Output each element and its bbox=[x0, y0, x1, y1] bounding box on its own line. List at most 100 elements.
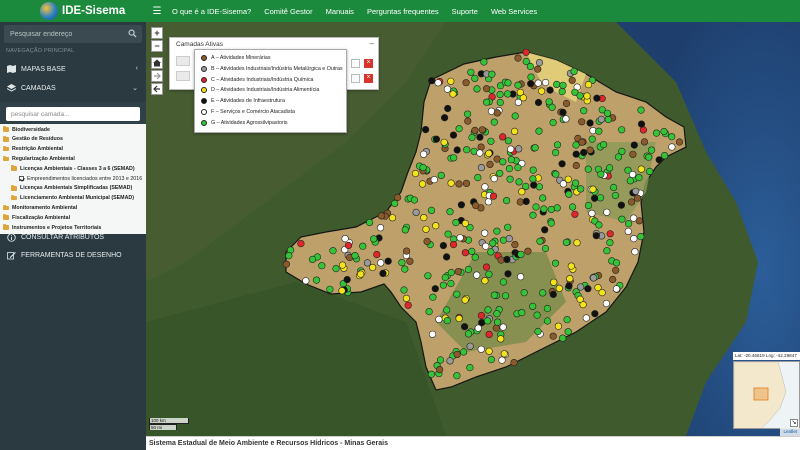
map-point[interactable] bbox=[497, 335, 505, 343]
map-point[interactable] bbox=[543, 317, 552, 325]
map-point[interactable] bbox=[496, 98, 504, 107]
map-point[interactable] bbox=[461, 219, 470, 227]
map-point[interactable] bbox=[450, 154, 458, 162]
map-point[interactable] bbox=[477, 164, 486, 172]
map-point[interactable] bbox=[447, 179, 455, 187]
map-point[interactable] bbox=[467, 68, 475, 76]
map-point[interactable] bbox=[326, 285, 334, 293]
search-icon[interactable] bbox=[128, 29, 137, 38]
map-point[interactable] bbox=[357, 270, 365, 278]
map-point[interactable] bbox=[660, 152, 669, 160]
map-point[interactable] bbox=[655, 156, 663, 164]
map-point[interactable] bbox=[618, 215, 626, 223]
map-point[interactable] bbox=[529, 211, 537, 219]
map-point[interactable] bbox=[420, 214, 428, 222]
map-point[interactable] bbox=[434, 79, 442, 87]
map-point[interactable] bbox=[338, 287, 346, 295]
map-point[interactable] bbox=[576, 295, 584, 303]
map-point[interactable] bbox=[562, 99, 571, 108]
map-point[interactable] bbox=[514, 54, 522, 62]
map-point[interactable] bbox=[499, 278, 508, 286]
map-point[interactable] bbox=[485, 149, 493, 157]
map-point[interactable] bbox=[377, 212, 386, 220]
map-point[interactable] bbox=[453, 290, 461, 298]
map-point[interactable] bbox=[588, 135, 596, 143]
map-point[interactable] bbox=[572, 141, 580, 149]
map-point[interactable] bbox=[338, 261, 347, 269]
minimap[interactable]: ↘ bbox=[733, 361, 800, 429]
map-point[interactable] bbox=[594, 284, 602, 292]
map-point[interactable] bbox=[559, 334, 567, 342]
map-point[interactable] bbox=[466, 364, 474, 372]
map-point[interactable] bbox=[534, 65, 542, 73]
map-point[interactable] bbox=[406, 257, 414, 265]
map-point[interactable] bbox=[549, 332, 557, 340]
map-point[interactable] bbox=[431, 285, 439, 293]
map-point[interactable] bbox=[541, 226, 549, 234]
map-point[interactable] bbox=[493, 109, 501, 117]
map-point[interactable] bbox=[568, 76, 576, 84]
map-point[interactable] bbox=[486, 160, 494, 168]
map-point[interactable] bbox=[603, 247, 611, 255]
zoom-in-button[interactable]: + bbox=[151, 27, 163, 39]
map-point[interactable] bbox=[631, 248, 639, 256]
map-point[interactable] bbox=[476, 149, 484, 157]
map-point[interactable] bbox=[452, 219, 460, 227]
sidebar-item-layers[interactable]: CAMADAS ⌄ bbox=[0, 79, 146, 97]
map-point[interactable] bbox=[586, 146, 594, 154]
map-point[interactable] bbox=[550, 278, 558, 286]
map-point[interactable] bbox=[419, 163, 427, 172]
map-point[interactable] bbox=[302, 277, 310, 285]
map-point[interactable] bbox=[480, 58, 488, 66]
map-point[interactable] bbox=[432, 222, 440, 230]
map-point[interactable] bbox=[444, 104, 452, 113]
map-point[interactable] bbox=[447, 268, 455, 277]
map-point[interactable] bbox=[536, 237, 544, 245]
map-point[interactable] bbox=[453, 372, 461, 380]
map-point[interactable] bbox=[487, 137, 495, 145]
map-point[interactable] bbox=[384, 257, 392, 265]
map-point[interactable] bbox=[591, 310, 599, 318]
map-point[interactable] bbox=[545, 98, 553, 106]
map-point[interactable] bbox=[564, 328, 572, 336]
map-point[interactable] bbox=[332, 265, 340, 273]
map-point[interactable] bbox=[436, 366, 444, 374]
map-point[interactable] bbox=[586, 119, 594, 127]
map-point[interactable] bbox=[522, 197, 530, 205]
map-point[interactable] bbox=[481, 277, 489, 285]
map-point[interactable] bbox=[490, 175, 498, 183]
map-point[interactable] bbox=[646, 167, 654, 175]
map-point[interactable] bbox=[571, 210, 579, 218]
map-point[interactable] bbox=[285, 252, 293, 260]
map-point[interactable] bbox=[511, 112, 519, 120]
eye-icon[interactable] bbox=[351, 74, 360, 83]
map-point[interactable] bbox=[493, 227, 501, 235]
map-point[interactable] bbox=[484, 306, 492, 314]
map-point[interactable] bbox=[428, 77, 436, 85]
map-point[interactable] bbox=[507, 145, 515, 153]
map-point[interactable] bbox=[424, 272, 432, 280]
map-point[interactable] bbox=[566, 275, 574, 283]
map-point[interactable] bbox=[444, 230, 452, 238]
map-point[interactable] bbox=[572, 179, 580, 187]
map-point[interactable] bbox=[449, 131, 458, 139]
map-point[interactable] bbox=[370, 235, 378, 243]
map-point[interactable] bbox=[487, 356, 496, 364]
map-point[interactable] bbox=[493, 310, 501, 318]
home-button[interactable] bbox=[151, 57, 163, 69]
map-point[interactable] bbox=[441, 273, 449, 282]
map-point[interactable] bbox=[624, 227, 632, 235]
layer-group[interactable]: Biodiversidade bbox=[3, 125, 50, 134]
map-point[interactable] bbox=[543, 304, 552, 313]
map-point[interactable] bbox=[312, 276, 321, 284]
map-point[interactable] bbox=[632, 187, 640, 195]
map-point[interactable] bbox=[504, 137, 513, 145]
map-point[interactable] bbox=[584, 201, 593, 210]
map-point[interactable] bbox=[580, 148, 588, 157]
map-point[interactable] bbox=[553, 141, 562, 149]
map-point[interactable] bbox=[499, 133, 507, 141]
map-point[interactable] bbox=[629, 170, 637, 179]
map-point[interactable] bbox=[533, 311, 541, 319]
map-point[interactable] bbox=[446, 208, 454, 216]
map-point[interactable] bbox=[430, 176, 438, 184]
